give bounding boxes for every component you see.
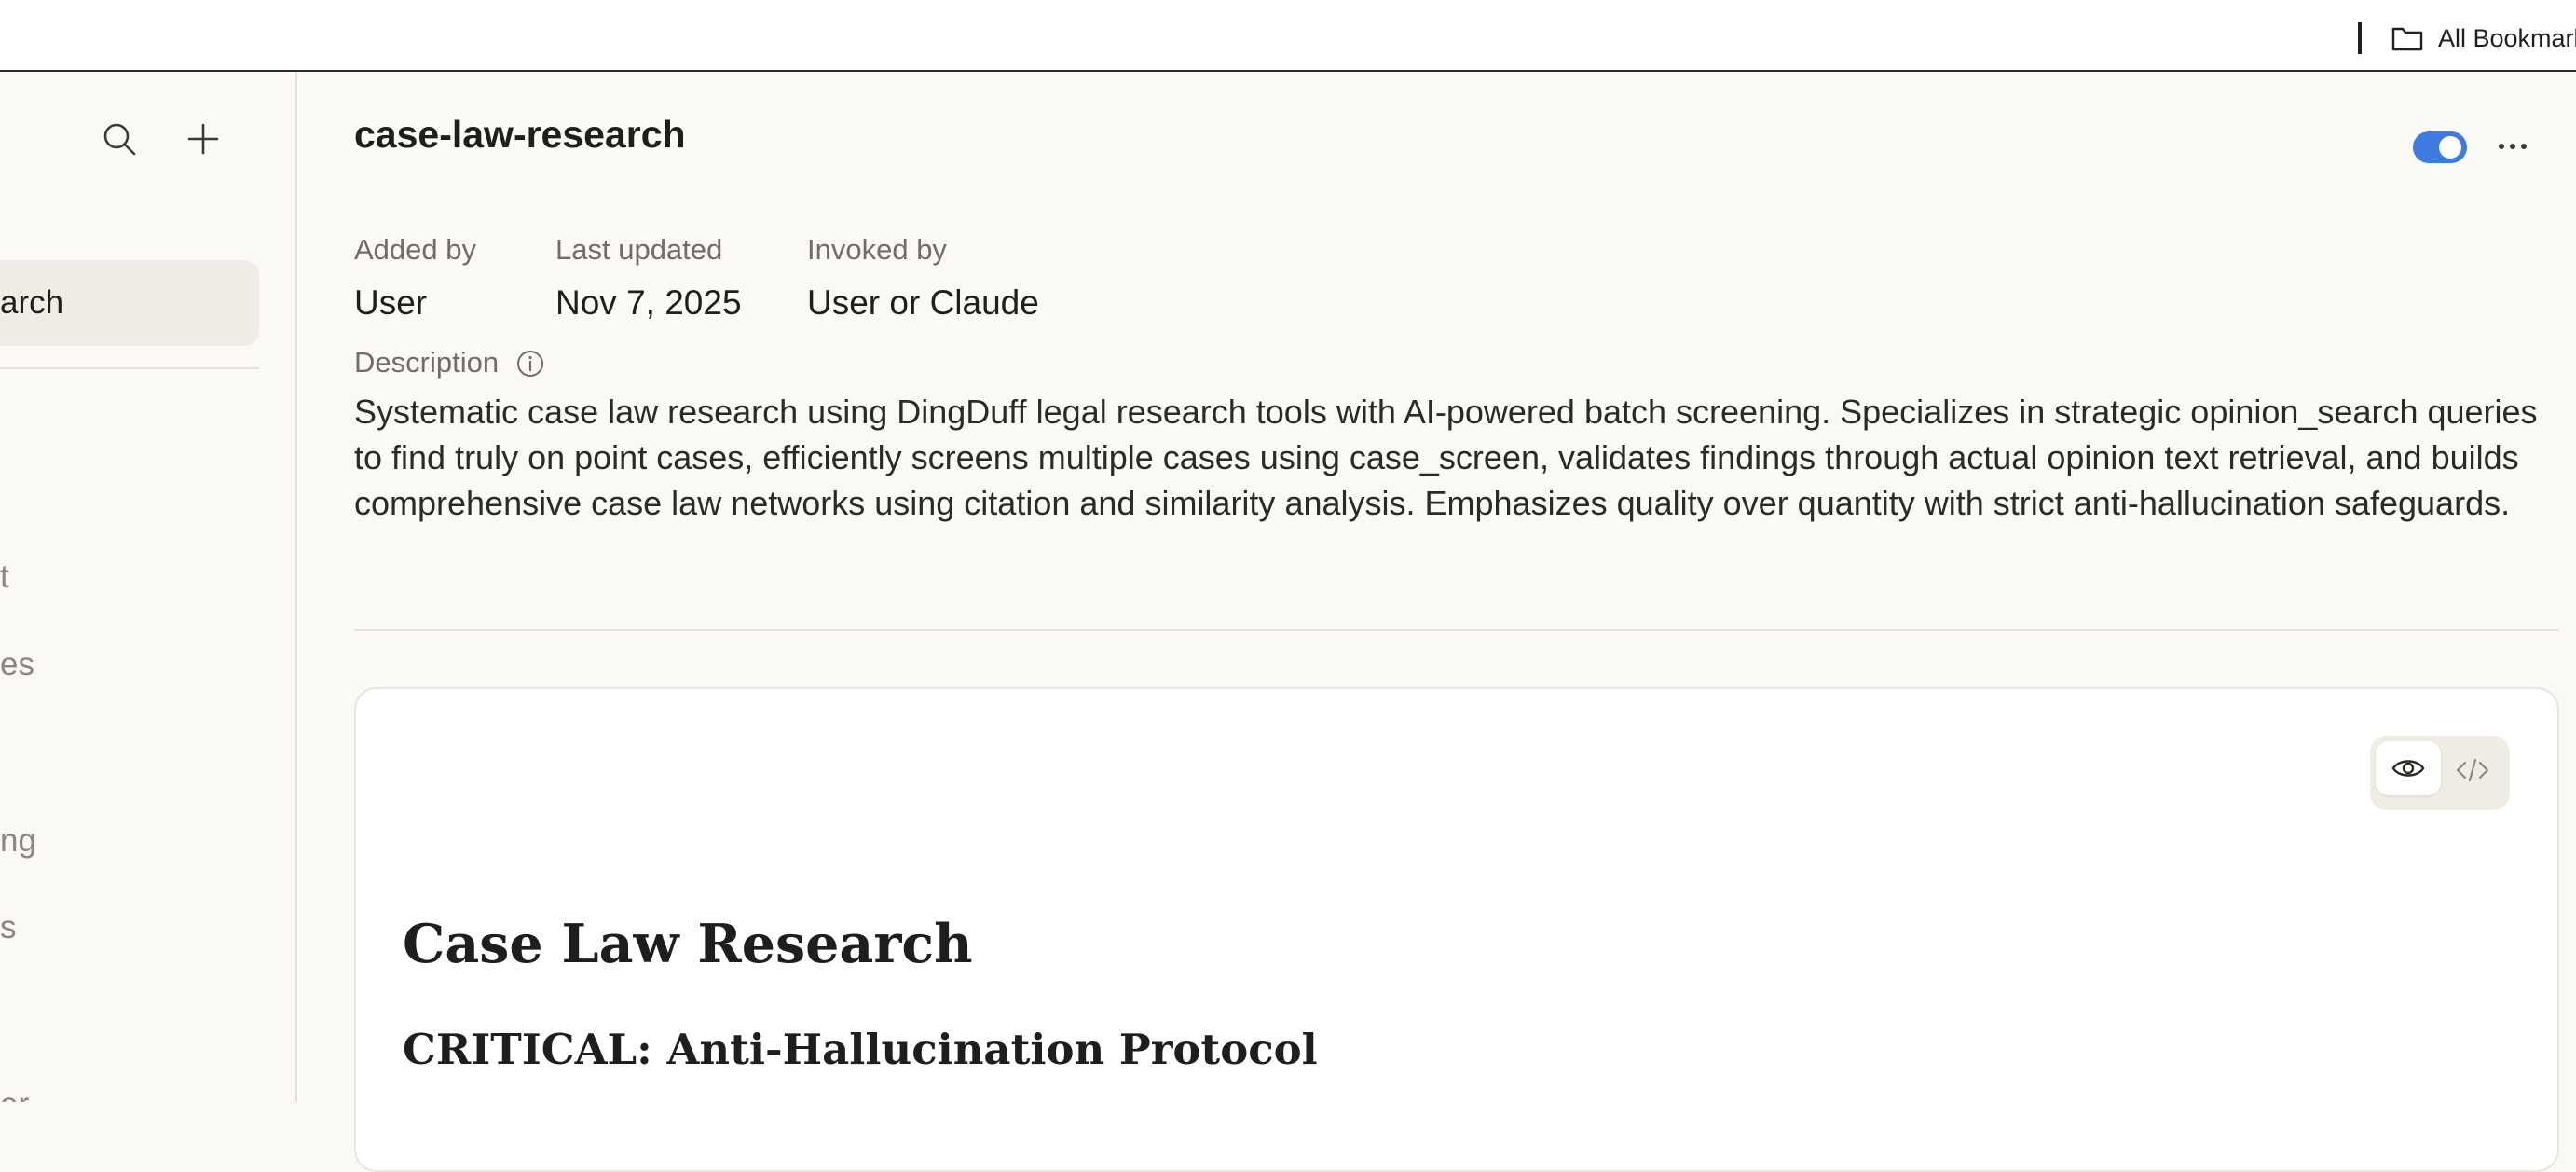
skill-detail: case-law-research Added by User Last upd… xyxy=(299,72,2576,1172)
sidebar-item-label: arch xyxy=(0,284,64,321)
folder-icon[interactable] xyxy=(2391,25,2423,51)
sidebar: arch t es ng s er xyxy=(0,72,297,1102)
code-icon[interactable] xyxy=(2454,751,2491,789)
sidebar-item-active[interactable]: arch xyxy=(0,260,259,346)
more-icon[interactable] xyxy=(2489,128,2536,165)
preview-button[interactable] xyxy=(2376,741,2441,795)
search-icon[interactable] xyxy=(101,120,138,158)
section-divider xyxy=(354,629,2558,631)
invoked-by-value: User or Claude xyxy=(807,283,1039,322)
info-icon[interactable] xyxy=(515,349,545,379)
last-updated-value: Nov 7, 2025 xyxy=(555,283,742,322)
view-mode-toggle xyxy=(2370,736,2510,810)
description-text: Systematic case law research using DingD… xyxy=(354,393,2538,522)
description-label: Description xyxy=(354,346,500,379)
page-title: case-law-research xyxy=(354,113,686,156)
sidebar-item[interactable]: er xyxy=(0,1086,29,1102)
added-by-value: User xyxy=(354,283,428,322)
bookmarks-divider xyxy=(2358,22,2362,54)
sidebar-divider xyxy=(0,367,259,369)
enable-toggle[interactable] xyxy=(2413,131,2467,163)
sidebar-item[interactable]: es xyxy=(0,646,34,683)
sidebar-item[interactable]: t xyxy=(0,558,9,596)
skill-document-card: Case Law Research CRITICAL: Anti-Halluci… xyxy=(354,687,2559,1172)
added-by-label: Added by xyxy=(354,233,476,266)
invoked-by-label: Invoked by xyxy=(807,233,947,266)
sidebar-item[interactable]: ng xyxy=(0,822,36,860)
all-bookmarks-link[interactable]: All Bookmarks xyxy=(2438,22,2576,54)
toggle-knob xyxy=(2439,136,2461,159)
plus-icon[interactable] xyxy=(185,120,222,158)
document-heading-1: Case Law Research xyxy=(403,913,973,975)
document-heading-2: CRITICAL: Anti-Hallucination Protocol xyxy=(403,1025,1318,1074)
sidebar-item[interactable]: s xyxy=(0,909,17,946)
eye-icon xyxy=(2391,760,2425,777)
bookmarks-bar: All Bookmarks xyxy=(0,0,2576,72)
last-updated-label: Last updated xyxy=(555,233,723,266)
